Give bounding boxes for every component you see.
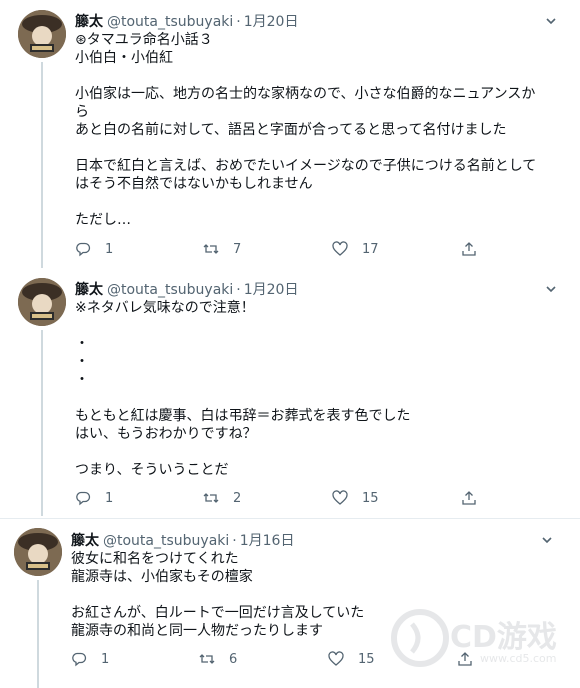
chevron-down-icon[interactable] — [544, 281, 558, 295]
text-line: つまり、そういうことだ — [75, 462, 229, 478]
tweet-date[interactable]: 1月20日 — [244, 14, 299, 30]
watermark-text: CD游戏 — [450, 620, 557, 655]
tweet-divider — [0, 518, 580, 519]
like-count: 15 — [362, 490, 379, 506]
text-line: ・ — [75, 372, 89, 388]
separator-dot: · — [236, 14, 241, 30]
share-button[interactable] — [461, 490, 477, 506]
retweet-count: 7 — [233, 241, 242, 257]
user-handle[interactable]: @touta_tsubuyaki — [107, 282, 233, 298]
like-button[interactable]: 15 — [332, 490, 379, 506]
share-icon — [462, 242, 476, 256]
heart-icon — [328, 651, 344, 666]
reply-button[interactable]: 1 — [71, 651, 109, 667]
text-line: ただし… — [75, 212, 131, 228]
text-line: 小伯家は一応、地方の名士的な家柄なので、小さな伯爵的なニュアンスか — [75, 86, 536, 102]
like-button[interactable]: 17 — [332, 241, 379, 257]
tweet-2[interactable]: 籐太 @touta_tsubuyaki · 1月20日 ※ネタバレ気味なので注意！ ・… — [0, 268, 580, 516]
chevron-down-icon[interactable] — [544, 13, 558, 27]
text-line: はそう不自然ではないかもしれません — [75, 176, 313, 192]
text-line: ※ネタバレ気味なので注意！ — [75, 300, 255, 316]
like-count: 15 — [358, 651, 375, 667]
tweet-date[interactable]: 1月16日 — [240, 533, 295, 549]
share-icon — [462, 491, 476, 505]
tweet-header: 籐太 @touta_tsubuyaki · 1月20日 — [75, 11, 298, 31]
retweet-count: 6 — [229, 651, 238, 667]
avatar[interactable] — [14, 528, 62, 576]
text-line: ⊛タマユラ命名小話３ — [75, 32, 213, 48]
tweet-text: ※ネタバレ気味なので注意！ ・ ・ ・ もともと紅は慶事、白は弔辞＝お葬式を表す… — [75, 299, 555, 479]
watermark-logo: CD游戏 www.cd5.com — [388, 606, 578, 676]
text-line: ら — [75, 104, 89, 120]
retweet-icon — [199, 654, 215, 664]
separator-dot: · — [236, 282, 241, 298]
tweet-text: ⊛タマユラ命名小話３ 小伯白・小伯紅 小伯家は一応、地方の名士的な家柄なので、小… — [75, 31, 555, 229]
reply-button[interactable]: 1 — [75, 241, 113, 257]
reply-icon — [76, 491, 91, 506]
like-count: 17 — [362, 241, 379, 257]
tweet-date[interactable]: 1月20日 — [244, 282, 299, 298]
avatar[interactable] — [18, 10, 66, 58]
text-line: 小伯白・小伯紅 — [75, 50, 173, 66]
reply-icon — [72, 652, 87, 667]
thread-line — [41, 330, 43, 516]
text-line: ・ — [75, 336, 89, 352]
text-line: 龍源寺は、小伯家もその檀家 — [71, 569, 253, 585]
tweet-header: 籐太 @touta_tsubuyaki · 1月20日 — [75, 279, 298, 299]
text-line: 日本で紅白と言えば、おめでたいイメージなので子供につける名前として — [75, 158, 537, 174]
text-line: もともと紅は慶事、白は弔辞＝お葬式を表す色でした — [75, 408, 411, 424]
like-button[interactable]: 15 — [328, 651, 375, 667]
watermark-url: www.cd5.com — [480, 652, 557, 665]
retweet-icon — [203, 244, 219, 254]
heart-icon — [332, 490, 348, 505]
text-line: ・ — [75, 354, 89, 370]
reply-count: 1 — [105, 241, 114, 257]
retweet-button[interactable]: 2 — [203, 490, 241, 506]
share-button[interactable] — [461, 241, 477, 257]
retweet-count: 2 — [233, 490, 242, 506]
reply-button[interactable]: 1 — [75, 490, 113, 506]
avatar[interactable] — [18, 278, 66, 326]
tweet-actions: 1 7 17 — [75, 241, 477, 261]
chevron-down-icon[interactable] — [540, 532, 554, 546]
retweet-icon — [203, 493, 219, 503]
thread-line — [37, 580, 39, 688]
tweet-header: 籐太 @touta_tsubuyaki · 1月16日 — [71, 530, 294, 550]
user-handle[interactable]: @touta_tsubuyaki — [103, 533, 229, 549]
reply-count: 1 — [101, 651, 110, 667]
thread-line — [41, 62, 43, 268]
separator-dot: · — [232, 533, 237, 549]
display-name[interactable]: 籐太 — [75, 282, 103, 298]
display-name[interactable]: 籐太 — [75, 14, 103, 30]
tweet-1[interactable]: 籐太 @touta_tsubuyaki · 1月20日 ⊛タマユラ命名小話３ 小伯白・… — [0, 0, 580, 268]
reply-icon — [76, 242, 91, 257]
retweet-button[interactable]: 7 — [203, 241, 241, 257]
reply-count: 1 — [105, 490, 114, 506]
tweet-actions: 1 2 15 — [75, 490, 477, 510]
user-handle[interactable]: @touta_tsubuyaki — [107, 14, 233, 30]
display-name[interactable]: 籐太 — [71, 533, 99, 549]
text-line: はい、もうおわかりですね？ — [75, 426, 257, 442]
retweet-button[interactable]: 6 — [199, 651, 237, 667]
heart-icon — [332, 241, 348, 256]
text-line: 彼女に和名をつけてくれた — [71, 551, 239, 567]
text-line: あと白の名前に対して、語呂と字面が合ってると思って名付けました — [75, 122, 507, 138]
